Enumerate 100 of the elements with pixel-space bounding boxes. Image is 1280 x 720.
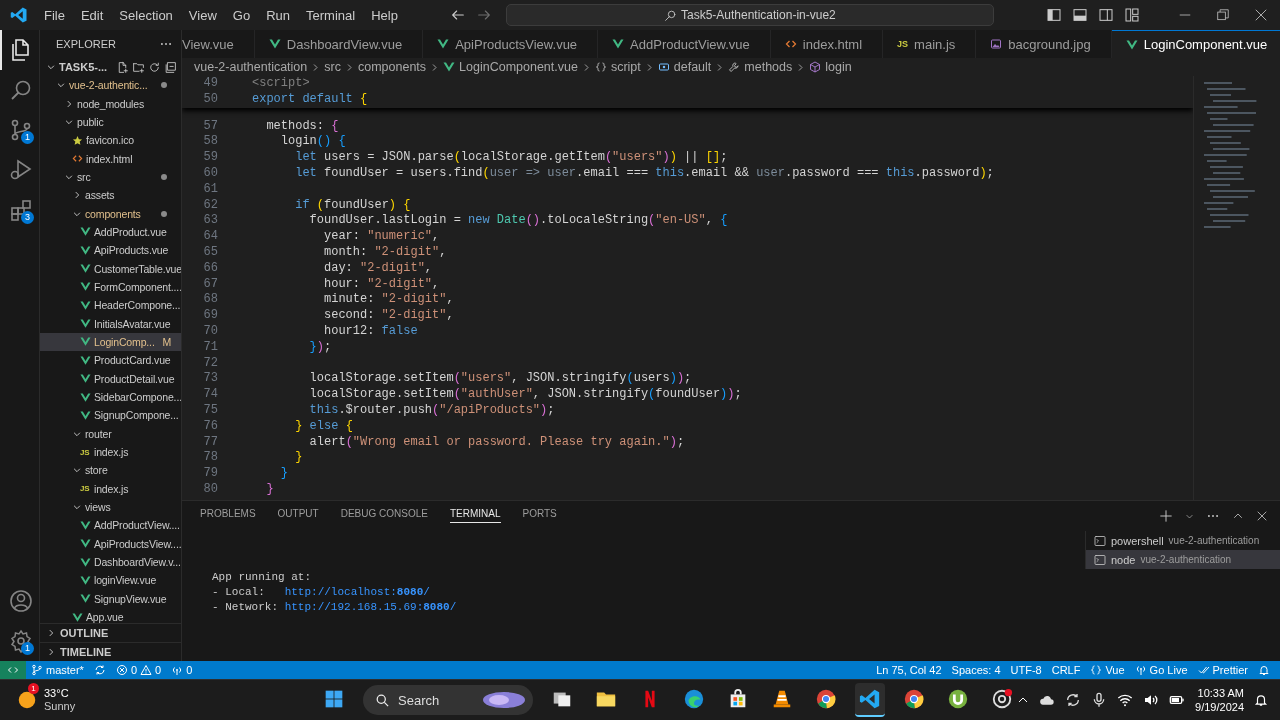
plus-icon[interactable] bbox=[1159, 509, 1173, 523]
panel-tab[interactable]: PORTS bbox=[522, 507, 557, 523]
panel-tab[interactable]: PROBLEMS bbox=[200, 507, 256, 523]
menu-item[interactable]: Selection bbox=[111, 4, 181, 26]
file-tree-item[interactable]: SignupCompone... bbox=[40, 406, 181, 425]
split-layout-icon[interactable] bbox=[1098, 7, 1114, 23]
taskbar-app[interactable] bbox=[855, 683, 886, 717]
folder-tree-item[interactable]: node_modules bbox=[40, 94, 181, 113]
file-tree-item[interactable]: index.html bbox=[40, 149, 181, 168]
menu-item[interactable]: Help bbox=[363, 4, 406, 26]
menu-item[interactable]: Run bbox=[258, 4, 298, 26]
editor-tab[interactable]: LoginComponent.vue bbox=[1111, 30, 1280, 58]
file-tree-item[interactable]: SignupView.vue bbox=[40, 589, 181, 608]
notification-bell-icon[interactable] bbox=[1254, 693, 1268, 707]
file-tree-item[interactable]: LoginComp... M bbox=[40, 332, 181, 352]
menu-item[interactable]: Edit bbox=[72, 4, 112, 26]
line-number: 79 bbox=[202, 466, 218, 482]
command-search-field[interactable]: Task5-Authentication-in-vue2 bbox=[505, 4, 994, 26]
menu-item[interactable]: View bbox=[180, 4, 225, 26]
status-item[interactable]: Spaces: 4 bbox=[946, 661, 1006, 679]
section-header[interactable]: OUTLINE bbox=[40, 623, 181, 642]
double-check-icon bbox=[1197, 664, 1210, 676]
breadcrumb-item[interactable]: default bbox=[657, 60, 712, 74]
status-item[interactable]: master* bbox=[26, 661, 89, 679]
file-tree-item[interactable]: HeaderCompone... bbox=[40, 296, 181, 315]
panel-tab[interactable]: OUTPUT bbox=[277, 507, 319, 523]
sidebar-layout-icon[interactable] bbox=[1046, 7, 1062, 23]
status-item[interactable]: 0 bbox=[166, 661, 198, 679]
folder-tree-item[interactable]: router bbox=[40, 424, 181, 443]
menu-item[interactable]: Go bbox=[224, 4, 259, 26]
taskbar-search-field[interactable]: Search bbox=[363, 685, 534, 715]
menu-item[interactable]: File bbox=[36, 4, 73, 26]
folder-tree-item[interactable]: public bbox=[40, 112, 181, 132]
file-tree-item[interactable]: AddProduct.vue bbox=[40, 222, 181, 242]
forward-arrow-icon[interactable] bbox=[475, 7, 492, 23]
workspace-name[interactable]: TASK5-... bbox=[59, 61, 108, 73]
breadcrumb-item[interactable]: login bbox=[809, 60, 852, 74]
problems-button[interactable]: 0 0 bbox=[110, 661, 167, 679]
panel-layout-icon[interactable] bbox=[1072, 7, 1088, 23]
vue-file-icon bbox=[80, 244, 91, 256]
file-tree-item[interactable]: InitialsAvatar.vue bbox=[40, 314, 181, 333]
weather-widget[interactable]: 33°C Sunny bbox=[44, 687, 76, 713]
file-tree-item[interactable]: App.vue bbox=[40, 607, 181, 623]
file-tree-item[interactable]: loginView.vue bbox=[40, 571, 181, 590]
file-tree-item[interactable]: JS index.js bbox=[40, 442, 181, 462]
folder-tree-item[interactable]: views bbox=[40, 497, 181, 517]
status-item[interactable]: Vue bbox=[1085, 661, 1130, 679]
status-item[interactable]: Go Live bbox=[1129, 661, 1193, 679]
file-tree-item[interactable]: DashboardView.v... bbox=[40, 552, 181, 572]
breadcrumb-item[interactable]: script bbox=[594, 60, 641, 74]
file-tree-item[interactable]: CustomerTable.vue bbox=[40, 259, 181, 278]
breadcrumb-item[interactable]: src bbox=[324, 60, 341, 74]
terminal-line: App running at: bbox=[212, 571, 313, 585]
line-number: 58 bbox=[202, 134, 218, 151]
warning-icon bbox=[140, 664, 153, 676]
browser-icon bbox=[903, 688, 926, 710]
file-tree-item[interactable]: favicon.ico bbox=[40, 131, 181, 150]
status-item[interactable]: Prettier bbox=[1192, 661, 1253, 679]
folder-tree-item[interactable]: src bbox=[40, 167, 181, 187]
breadcrumb-item[interactable]: methods bbox=[728, 60, 793, 74]
file-tree-item[interactable]: JS index.js bbox=[40, 479, 181, 498]
extensions-button[interactable]: 3 bbox=[0, 190, 39, 230]
status-item[interactable]: CRLF bbox=[1046, 661, 1086, 679]
status-item[interactable]: Ln 75, Col 42 bbox=[871, 661, 947, 679]
new-folder-icon[interactable] bbox=[132, 60, 145, 74]
chevron-right-icon bbox=[796, 62, 806, 72]
folder-tree-item[interactable]: assets bbox=[40, 186, 181, 205]
file-tree-item[interactable]: ProductCard.vue bbox=[40, 351, 181, 370]
menu-item[interactable]: Terminal bbox=[298, 4, 364, 26]
settings-button[interactable]: 1 bbox=[0, 621, 39, 661]
sync-icon[interactable] bbox=[1065, 692, 1082, 708]
folder-tree-item[interactable]: vue-2-authentic... bbox=[40, 76, 181, 95]
collapse-all-icon[interactable] bbox=[164, 60, 177, 74]
layout-grid-icon[interactable] bbox=[1124, 7, 1140, 23]
folder-tree-item[interactable]: components bbox=[40, 204, 181, 223]
breadcrumb-item[interactable]: vue-2-authentication bbox=[194, 60, 308, 74]
file-tree-item[interactable]: FormComponent.... bbox=[40, 277, 181, 297]
terminal-item[interactable]: node vue-2-authentication bbox=[1086, 550, 1280, 569]
file-tree-item[interactable]: SidebarCompone... bbox=[40, 387, 181, 407]
remote-icon bbox=[7, 664, 19, 676]
wifi-icon[interactable] bbox=[1117, 692, 1134, 708]
folder-tree-item[interactable]: store bbox=[40, 461, 181, 480]
branch-button[interactable]: 1 bbox=[0, 110, 39, 150]
new-file-icon[interactable] bbox=[116, 60, 129, 74]
back-arrow-icon[interactable] bbox=[449, 7, 466, 23]
panel-tab[interactable]: TERMINAL bbox=[449, 507, 501, 523]
file-tree-item[interactable]: AddProductView.... bbox=[40, 516, 181, 535]
close-icon[interactable] bbox=[1254, 8, 1268, 22]
file-tree-item[interactable]: ApiProducts.vue bbox=[40, 241, 181, 260]
status-item[interactable]: UTF-8 bbox=[1005, 661, 1047, 679]
close-icon[interactable] bbox=[1256, 510, 1268, 522]
panel-tab[interactable]: DEBUG CONSOLE bbox=[340, 507, 428, 523]
refresh-icon[interactable] bbox=[148, 60, 161, 74]
file-tree-item[interactable]: ApiProductsView.... bbox=[40, 534, 181, 553]
file-tree-item[interactable]: ProductDetail.vue bbox=[40, 369, 181, 388]
clock[interactable]: 10:33 AM 9/19/2024 bbox=[1195, 686, 1244, 714]
terminal-item[interactable]: powershell vue-2-authentication bbox=[1086, 531, 1280, 550]
breadcrumb-item[interactable]: components bbox=[357, 60, 427, 74]
breadcrumb-item[interactable]: LoginComponent.vue bbox=[443, 60, 578, 74]
restore-icon[interactable] bbox=[1216, 8, 1230, 22]
